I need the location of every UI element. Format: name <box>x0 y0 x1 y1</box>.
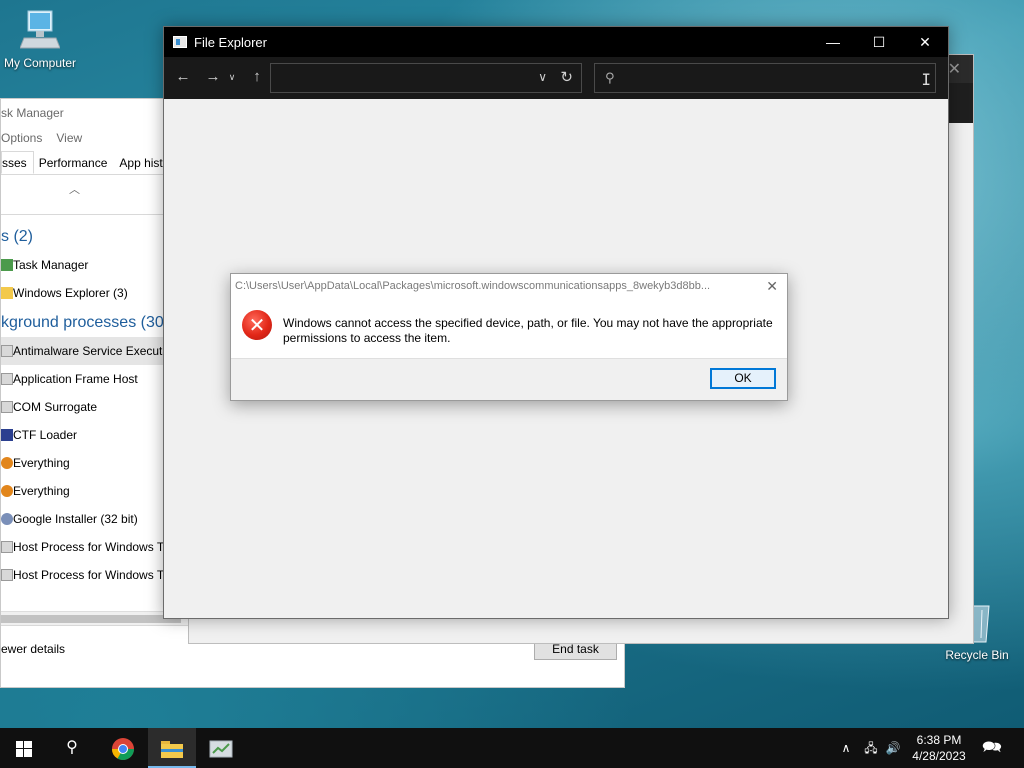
up-button[interactable]: ↑ <box>246 66 268 88</box>
error-icon: ✕ <box>242 310 272 340</box>
recycle-bin-label: Recycle Bin <box>945 648 1009 662</box>
network-tray-button[interactable]: 🖧 <box>860 728 882 768</box>
fewer-details-link[interactable]: ewer details <box>1 642 65 656</box>
action-center-button[interactable]: 🗪 <box>978 728 1006 768</box>
process-name: Windows Explorer (3) <box>13 286 128 300</box>
address-bar[interactable]: ∨ ↻ <box>270 63 582 93</box>
maximize-button[interactable]: ☐ <box>856 27 902 57</box>
chrome-icon <box>112 737 134 760</box>
search-icon: ⚲ <box>605 70 615 85</box>
show-hidden-icons-button[interactable]: ∧ <box>836 728 856 768</box>
process-name: COM Surrogate <box>13 400 98 414</box>
close-icon[interactable]: ✕ <box>948 59 961 79</box>
folder-icon <box>161 740 183 758</box>
forward-arrow-icon: → <box>205 68 221 85</box>
sort-caret-icon: ︿ <box>69 184 80 196</box>
process-icon <box>1 373 13 385</box>
task-manager-app-icon <box>1 259 13 271</box>
recent-locations-button[interactable]: ∨ <box>226 66 238 88</box>
everything-icon <box>1 457 13 469</box>
speaker-icon: 🔊 <box>885 741 901 755</box>
process-name: Antimalware Service Executa <box>13 344 170 358</box>
chrome-taskbar-button[interactable] <box>99 728 147 768</box>
dialog-title: C:\Users\User\AppData\Local\Packages\mic… <box>235 280 711 292</box>
task-manager-taskbar-button[interactable] <box>197 728 245 768</box>
error-dialog[interactable]: C:\Users\User\AppData\Local\Packages\mic… <box>230 273 788 401</box>
process-name: CTF Loader <box>13 428 78 442</box>
task-manager-icon <box>209 740 233 758</box>
process-icon <box>1 345 13 357</box>
dialog-close-icon[interactable]: ✕ <box>766 278 778 295</box>
text-cursor-icon: I <box>921 70 931 89</box>
my-computer-label: My Computer <box>3 56 77 70</box>
navigation-bar: ← → ∨ ↑ ∨ ↻ ⚲ I <box>164 57 948 99</box>
everything-icon <box>1 485 13 497</box>
search-input[interactable] <box>623 68 903 88</box>
taskbar: ⚲ ∧ 🖧 🔊 6:38 PM 4/28/2023 🗪 <box>0 728 1024 768</box>
computer-icon <box>20 10 60 49</box>
close-icon: ✕ <box>919 34 931 50</box>
maximize-icon: ☐ <box>872 34 886 50</box>
chevron-down-icon[interactable]: ∨ <box>538 70 547 84</box>
forward-button[interactable]: → <box>202 66 224 88</box>
dialog-message: Windows cannot access the specified devi… <box>283 316 773 345</box>
chevron-up-icon: ∧ <box>841 741 851 755</box>
process-name: Everything <box>13 456 70 470</box>
minimize-icon: — <box>826 34 840 50</box>
search-box[interactable]: ⚲ I <box>594 63 936 93</box>
chevron-down-icon: ∨ <box>228 72 236 82</box>
clock-time: 6:38 PM <box>916 733 962 747</box>
start-button[interactable] <box>0 728 48 768</box>
minimize-button[interactable]: — <box>810 27 856 57</box>
volume-tray-button[interactable]: 🔊 <box>882 728 904 768</box>
dialog-body: ✕ Windows cannot access the specified de… <box>231 300 787 360</box>
process-icon <box>1 541 13 553</box>
file-explorer-titlebar[interactable]: File Explorer — ☐ ✕ <box>164 27 948 57</box>
process-name: Google Installer (32 bit) <box>13 512 138 526</box>
folder-icon <box>1 287 13 299</box>
scrollbar-thumb[interactable] <box>1 615 181 623</box>
file-explorer-taskbar-button[interactable] <box>148 728 196 768</box>
back-button[interactable]: ← <box>172 66 194 88</box>
windows-logo-icon <box>16 740 32 757</box>
process-name: Task Manager <box>13 258 89 272</box>
ok-button[interactable]: OK <box>710 368 776 389</box>
window-title: File Explorer <box>194 34 267 50</box>
process-icon <box>1 569 13 581</box>
search-button[interactable]: ⚲ <box>48 728 96 768</box>
tab-performance[interactable]: Performance <box>34 151 115 174</box>
refresh-icon[interactable]: ↻ <box>560 68 573 86</box>
my-computer-icon[interactable]: My Computer <box>0 8 80 70</box>
tab-processes[interactable]: sses <box>1 151 34 174</box>
menu-view[interactable]: View <box>56 131 82 145</box>
pen-icon <box>1 429 13 441</box>
installer-icon <box>1 513 13 525</box>
process-icon <box>1 401 13 413</box>
search-icon: ⚲ <box>66 739 78 756</box>
notification-icon: 🗪 <box>982 739 1002 756</box>
network-icon: 🖧 <box>864 741 878 755</box>
process-name: Everything <box>13 484 70 498</box>
process-name: Host Process for Windows Ta <box>13 568 170 582</box>
up-arrow-icon: ↑ <box>253 68 261 85</box>
clock-date: 4/28/2023 <box>912 749 966 763</box>
process-name: Application Frame Host <box>13 372 138 386</box>
dialog-footer: OK <box>231 358 787 400</box>
clock[interactable]: 6:38 PM 4/28/2023 <box>904 732 974 764</box>
process-name: Host Process for Windows Ta <box>13 540 170 554</box>
close-button[interactable]: ✕ <box>902 27 948 57</box>
menu-options[interactable]: Options <box>1 131 42 145</box>
file-explorer-app-icon <box>173 36 187 48</box>
back-arrow-icon: ← <box>175 68 191 85</box>
